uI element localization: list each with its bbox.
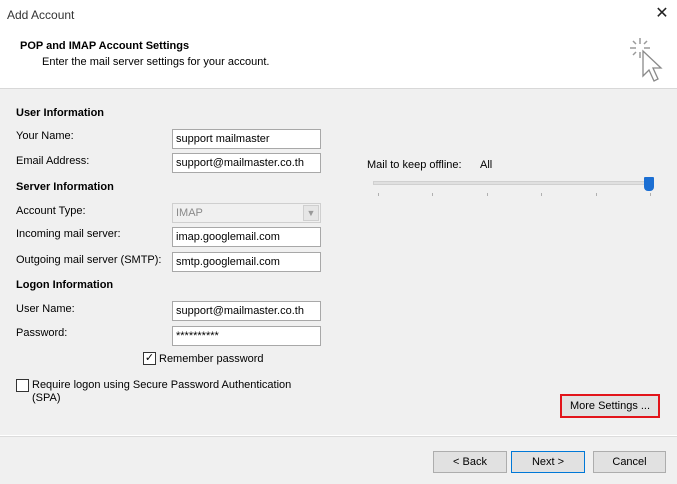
more-settings-highlight: More Settings ... <box>560 394 660 418</box>
password-input[interactable]: ********** <box>172 326 321 346</box>
account-type-label: Account Type: <box>16 205 86 217</box>
wand-cursor-icon <box>630 38 663 82</box>
back-button[interactable]: < Back <box>433 451 507 473</box>
server-info-heading: Server Information <box>16 181 114 193</box>
password-label: Password: <box>16 327 68 339</box>
page-title: POP and IMAP Account Settings <box>20 40 190 52</box>
your-name-label: Your Name: <box>16 130 74 142</box>
spa-checkbox[interactable] <box>16 379 29 392</box>
outgoing-server-input[interactable]: smtp.googlemail.com <box>172 252 321 272</box>
offline-value: All <box>480 159 493 171</box>
spa-label-line2: (SPA) <box>32 392 61 404</box>
email-input[interactable]: support@mailmaster.co.th <box>172 153 321 173</box>
slider-tick <box>378 193 379 196</box>
account-type-select: IMAP ▼ <box>172 203 321 223</box>
remember-password-label: Remember password <box>159 353 264 365</box>
close-icon[interactable]: ✕ <box>652 4 672 24</box>
your-name-input[interactable]: support mailmaster <box>172 129 321 149</box>
window-title: Add Account <box>7 8 75 22</box>
incoming-server-input[interactable]: imap.googlemail.com <box>172 227 321 247</box>
username-label: User Name: <box>16 303 75 315</box>
user-info-heading: User Information <box>16 107 105 119</box>
offline-slider-track[interactable] <box>373 181 653 185</box>
slider-tick <box>432 193 433 196</box>
username-input[interactable]: support@mailmaster.co.th <box>172 301 321 321</box>
offline-label: Mail to keep offline: <box>367 159 462 171</box>
slider-tick <box>650 193 651 196</box>
checkmark-icon: ✓ <box>144 352 155 364</box>
cancel-button[interactable]: Cancel <box>593 451 666 473</box>
spa-label-line1: Require logon using Secure Password Auth… <box>32 379 292 391</box>
email-label: Email Address: <box>16 155 90 167</box>
slider-tick <box>596 193 597 196</box>
remember-password-checkbox[interactable]: ✓ <box>143 352 156 365</box>
more-settings-button[interactable]: More Settings ... <box>562 396 658 416</box>
logon-info-heading: Logon Information <box>16 279 114 291</box>
slider-tick <box>541 193 542 196</box>
incoming-server-label: Incoming mail server: <box>16 228 121 240</box>
account-type-value: IMAP <box>176 207 203 219</box>
slider-tick <box>487 193 488 196</box>
chevron-down-icon: ▼ <box>303 205 319 221</box>
next-button[interactable]: Next > <box>511 451 585 473</box>
page-subtitle: Enter the mail server settings for your … <box>42 56 270 68</box>
outgoing-server-label: Outgoing mail server (SMTP): <box>16 254 162 266</box>
offline-slider-thumb[interactable] <box>644 177 654 191</box>
